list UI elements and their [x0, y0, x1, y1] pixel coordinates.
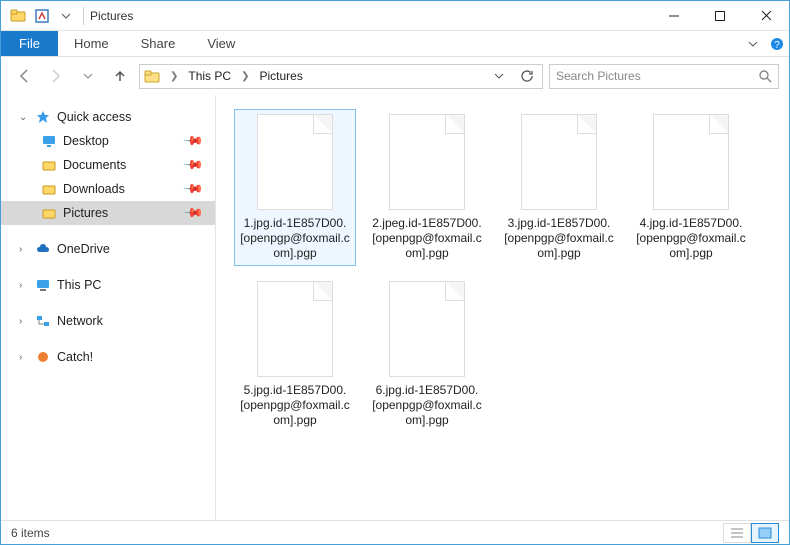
window-title: Pictures	[90, 9, 133, 23]
recent-locations-icon[interactable]	[75, 63, 101, 89]
help-icon[interactable]: ?	[765, 31, 789, 56]
file-name: 4.jpg.id-1E857D00.[openpgp@foxmail.com].…	[635, 216, 747, 261]
explorer-icon	[7, 5, 29, 27]
file-item[interactable]: 3.jpg.id-1E857D00.[openpgp@foxmail.com].…	[498, 109, 620, 266]
navigation-pane: ⌄ Quick access Desktop 📌 Documents 📌 Dow…	[1, 95, 216, 520]
sidebar-label: Catch!	[57, 350, 93, 364]
tab-home[interactable]: Home	[58, 31, 125, 56]
svg-text:?: ?	[774, 40, 780, 51]
file-item[interactable]: 6.jpg.id-1E857D00.[openpgp@foxmail.com].…	[366, 276, 488, 433]
sidebar-label: Network	[57, 314, 103, 328]
chevron-right-icon[interactable]: ›	[19, 316, 29, 327]
chevron-right-icon[interactable]: ›	[19, 280, 29, 291]
refresh-icon[interactable]	[516, 69, 538, 83]
sidebar-item-pictures[interactable]: Pictures 📌	[1, 201, 215, 225]
sidebar-item-downloads[interactable]: Downloads 📌	[1, 177, 215, 201]
status-bar: 6 items	[1, 520, 789, 544]
folder-icon	[41, 157, 57, 173]
star-icon	[35, 109, 51, 125]
sidebar-item-desktop[interactable]: Desktop 📌	[1, 129, 215, 153]
catch-icon	[35, 349, 51, 365]
window-controls	[651, 1, 789, 31]
desktop-icon	[41, 133, 57, 149]
sidebar-item-documents[interactable]: Documents 📌	[1, 153, 215, 177]
file-item[interactable]: 2.jpeg.id-1E857D00.[openpgp@foxmail.com]…	[366, 109, 488, 266]
file-item[interactable]: 1.jpg.id-1E857D00.[openpgp@foxmail.com].…	[234, 109, 356, 266]
forward-button[interactable]	[43, 63, 69, 89]
breadcrumb-pictures[interactable]: Pictures	[259, 69, 302, 83]
chevron-right-icon[interactable]: ❯	[237, 71, 253, 82]
sidebar-label: Downloads	[63, 182, 125, 196]
close-button[interactable]	[743, 1, 789, 31]
folder-icon	[41, 205, 57, 221]
chevron-right-icon[interactable]: ›	[19, 352, 29, 363]
cloud-icon	[35, 241, 51, 257]
up-button[interactable]	[107, 63, 133, 89]
network-icon	[35, 313, 51, 329]
quick-access-toolbar	[7, 5, 77, 27]
pin-icon: 📌	[182, 202, 205, 225]
address-bar[interactable]: ❯ This PC ❯ Pictures	[139, 64, 543, 89]
folder-icon	[41, 181, 57, 197]
titlebar: Pictures	[1, 1, 789, 31]
file-name: 1.jpg.id-1E857D00.[openpgp@foxmail.com].…	[239, 216, 351, 261]
sidebar-label: Desktop	[63, 134, 109, 148]
sidebar-item-onedrive[interactable]: › OneDrive	[1, 237, 215, 261]
item-count: 6 items	[11, 526, 50, 540]
ribbon-expand-icon[interactable]	[741, 31, 765, 56]
pin-icon: 📌	[182, 130, 205, 153]
folder-icon	[144, 68, 160, 84]
monitor-icon	[35, 277, 51, 293]
sidebar-item-network[interactable]: › Network	[1, 309, 215, 333]
address-dropdown-icon[interactable]	[488, 71, 510, 81]
sidebar-label: Pictures	[63, 206, 108, 220]
pin-icon: 📌	[182, 178, 205, 201]
navbar: ❯ This PC ❯ Pictures	[1, 57, 789, 95]
maximize-button[interactable]	[697, 1, 743, 31]
file-thumbnail-icon	[521, 114, 597, 210]
file-name: 5.jpg.id-1E857D00.[openpgp@foxmail.com].…	[239, 383, 351, 428]
file-list[interactable]: 1.jpg.id-1E857D00.[openpgp@foxmail.com].…	[216, 95, 789, 520]
sidebar-item-catch[interactable]: › Catch!	[1, 345, 215, 369]
minimize-button[interactable]	[651, 1, 697, 31]
sidebar-item-quick-access[interactable]: ⌄ Quick access	[1, 105, 215, 129]
qat-dropdown-icon[interactable]	[55, 5, 77, 27]
sidebar-label: Documents	[63, 158, 126, 172]
sidebar-item-thispc[interactable]: › This PC	[1, 273, 215, 297]
chevron-right-icon[interactable]: ›	[19, 244, 29, 255]
file-thumbnail-icon	[653, 114, 729, 210]
ribbon: File Home Share View ?	[1, 31, 789, 57]
file-name: 3.jpg.id-1E857D00.[openpgp@foxmail.com].…	[503, 216, 615, 261]
large-icons-view-button[interactable]	[751, 523, 779, 543]
search-box[interactable]	[549, 64, 779, 89]
tab-share[interactable]: Share	[125, 31, 192, 56]
chevron-down-icon[interactable]: ⌄	[19, 112, 29, 123]
sidebar-label: OneDrive	[57, 242, 110, 256]
file-name: 6.jpg.id-1E857D00.[openpgp@foxmail.com].…	[371, 383, 483, 428]
search-icon[interactable]	[758, 69, 772, 83]
file-tab[interactable]: File	[1, 31, 58, 56]
chevron-right-icon[interactable]: ❯	[166, 71, 182, 82]
separator	[83, 7, 84, 25]
file-thumbnail-icon	[257, 114, 333, 210]
sidebar-label: Quick access	[57, 110, 131, 124]
file-thumbnail-icon	[389, 114, 465, 210]
file-thumbnail-icon	[389, 281, 465, 377]
sidebar-label: This PC	[57, 278, 101, 292]
file-item[interactable]: 4.jpg.id-1E857D00.[openpgp@foxmail.com].…	[630, 109, 752, 266]
properties-icon[interactable]	[31, 5, 53, 27]
search-input[interactable]	[556, 69, 758, 83]
file-thumbnail-icon	[257, 281, 333, 377]
file-name: 2.jpeg.id-1E857D00.[openpgp@foxmail.com]…	[371, 216, 483, 261]
file-item[interactable]: 5.jpg.id-1E857D00.[openpgp@foxmail.com].…	[234, 276, 356, 433]
tab-view[interactable]: View	[191, 31, 251, 56]
details-view-button[interactable]	[723, 523, 751, 543]
back-button[interactable]	[11, 63, 37, 89]
pin-icon: 📌	[182, 154, 205, 177]
breadcrumb-thispc[interactable]: This PC	[188, 69, 231, 83]
